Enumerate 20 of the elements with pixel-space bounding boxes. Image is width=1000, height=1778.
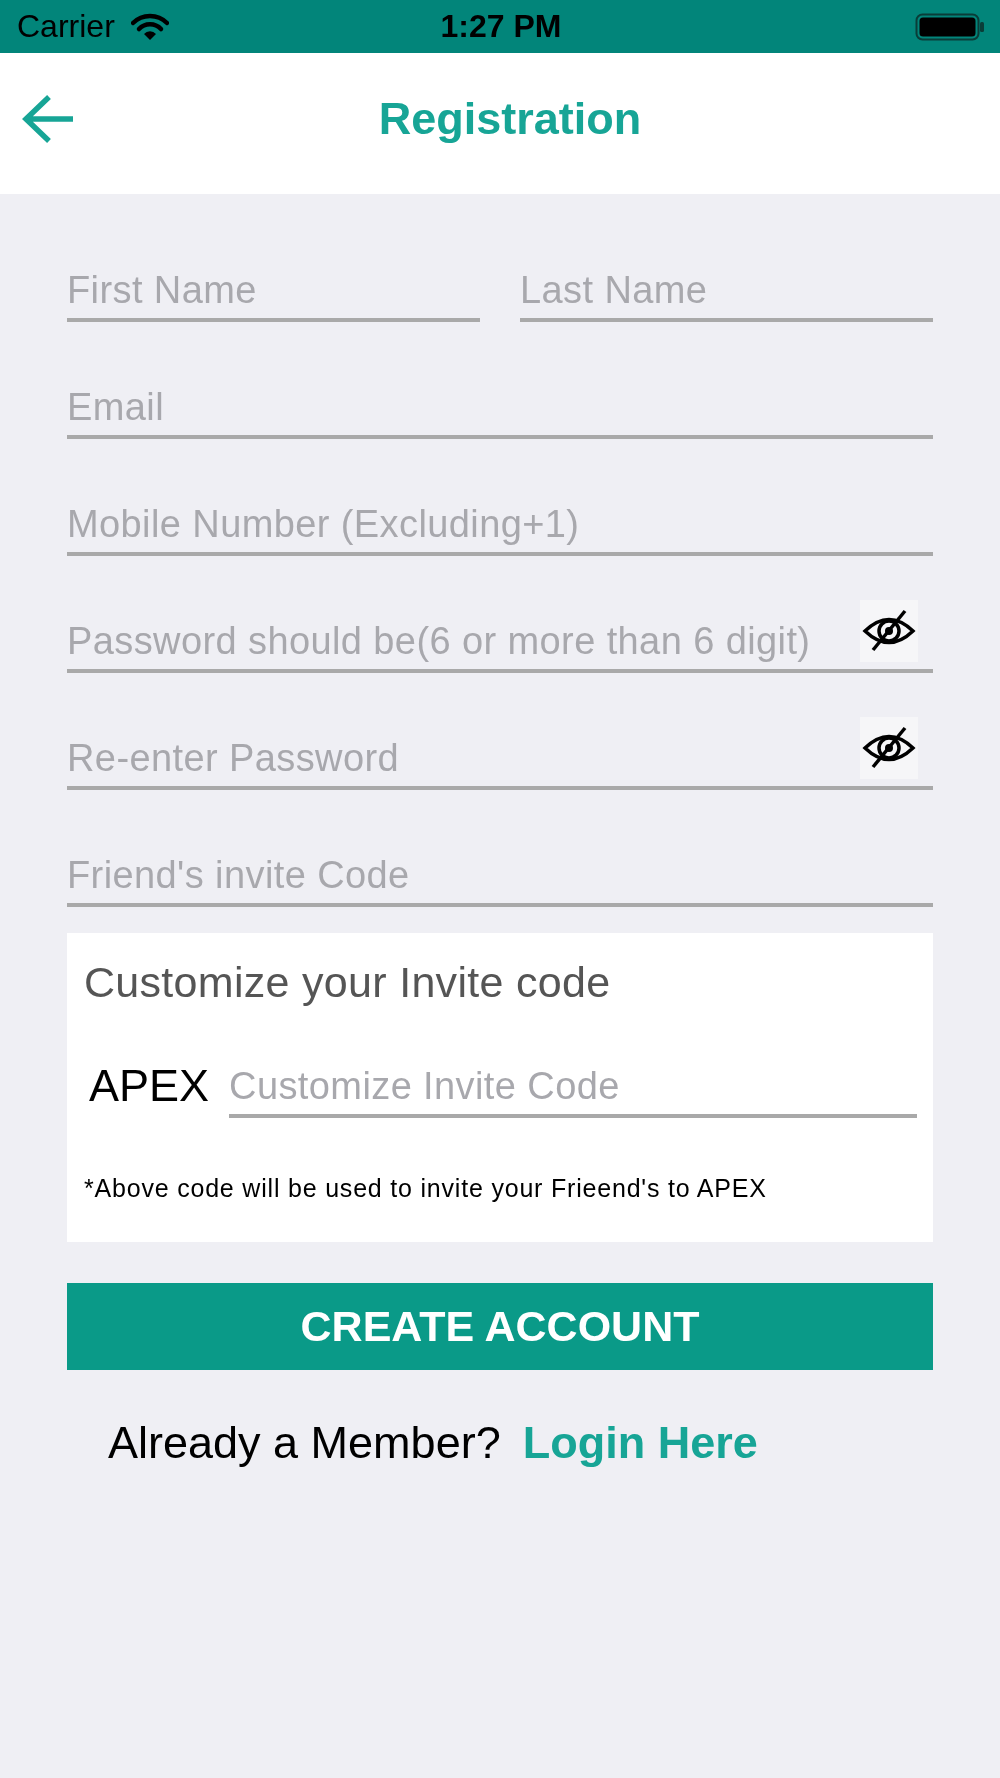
eye-slash-icon[interactable]	[860, 600, 918, 662]
note-text: *Above code will be used to invite your Frieend's to APEX	[84, 1173, 768, 1204]
login-link[interactable]: Login Here	[522, 1416, 758, 1470]
page-title: Registration	[378, 91, 642, 146]
input-field[interactable]: Email	[67, 365, 933, 439]
card-title: Customize your Invite code	[84, 957, 611, 1008]
input-field[interactable]: Customize Invite Code	[229, 1044, 917, 1118]
input-field[interactable]: First Name	[67, 248, 480, 322]
input-field[interactable]: Friend's invite Code	[67, 833, 933, 907]
eye-slash-icon[interactable]	[860, 717, 918, 779]
input-field[interactable]: Last Name	[520, 248, 933, 322]
wifi-icon	[130, 12, 169, 41]
carrier-label: Carrier	[17, 8, 115, 45]
status-time: 1:27 PM	[440, 8, 562, 45]
code-prefix: APEX	[88, 1059, 210, 1112]
prompt-text: Already a Member?	[108, 1416, 501, 1470]
input-field[interactable]: Mobile Number (Excluding+1)	[67, 482, 933, 556]
password-field[interactable]: Password should be(6 or more than 6 digit)	[67, 599, 933, 673]
battery-icon	[915, 12, 985, 41]
create-account-button[interactable]: CREATE ACCOUNT	[67, 1283, 933, 1370]
